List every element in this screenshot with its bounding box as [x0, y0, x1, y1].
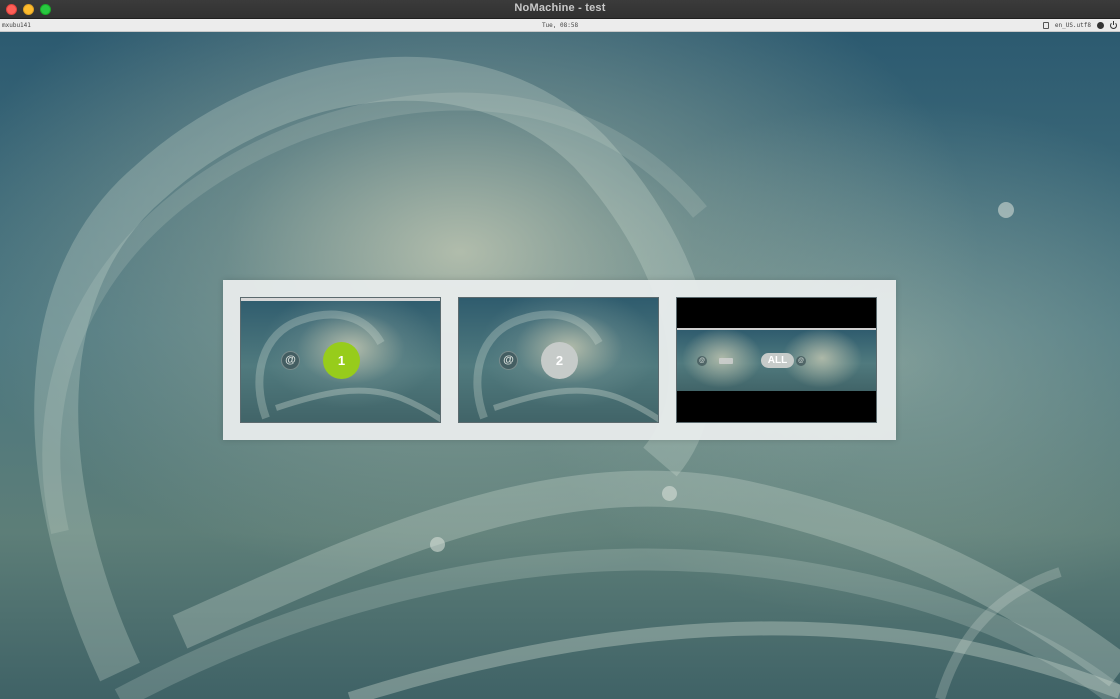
screen-2-badge[interactable]: 2 — [541, 342, 578, 379]
wallpaper-bubble — [998, 202, 1014, 218]
debian-logo-icon: @ — [697, 356, 707, 366]
system-tray: en_US.utf8 — [1042, 20, 1117, 31]
wallpaper-bubble — [662, 486, 677, 501]
debian-logo-icon: @ — [796, 356, 806, 366]
title-bar: NoMachine - test — [0, 0, 1120, 19]
all-screens-badge[interactable]: ALL — [761, 353, 794, 368]
wallpaper-bubble — [430, 537, 445, 552]
panel-clock[interactable]: Tue, 08:58 — [0, 22, 1120, 29]
keyboard-layout-indicator[interactable]: en_US.utf8 — [1055, 22, 1091, 29]
screen-thumbnail-2[interactable]: @ 2 — [458, 297, 659, 423]
remote-top-panel: mxubu141 Tue, 08:58 en_US.utf8 — [0, 19, 1120, 32]
debian-logo-icon: @ — [499, 351, 518, 370]
screen-thumbnail-1[interactable]: @ 1 — [240, 297, 441, 423]
debian-logo-icon: @ — [281, 351, 300, 370]
keyboard-icon — [719, 358, 733, 364]
all-screens-preview: @ @ ALL — [677, 328, 876, 391]
screen-1-badge[interactable]: 1 — [323, 342, 360, 379]
display-selector-overlay: @ 1 @ 2 @ @ ALL — [223, 280, 896, 440]
power-icon[interactable] — [1110, 21, 1117, 29]
document-icon[interactable] — [1042, 22, 1049, 29]
remote-desktop[interactable]: @ 1 @ 2 @ @ ALL — [0, 32, 1120, 699]
window-title: NoMachine - test — [514, 2, 606, 14]
accessibility-icon[interactable] — [1097, 22, 1104, 29]
screen-thumbnail-all[interactable]: @ @ ALL — [676, 297, 877, 423]
